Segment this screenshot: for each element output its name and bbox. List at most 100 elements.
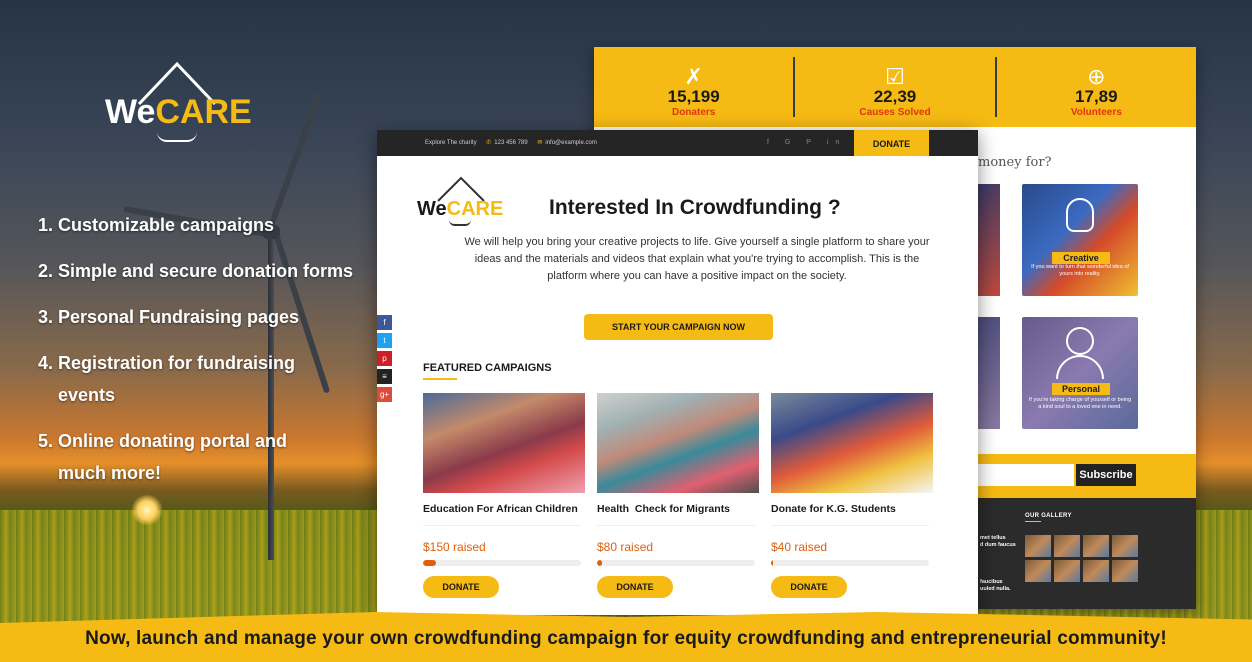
person-icon <box>1066 327 1094 355</box>
brand-logo: WeCARE <box>105 60 255 145</box>
campaign-title[interactable]: Health Check for Migrants <box>597 503 759 517</box>
gallery-thumb[interactable] <box>1025 560 1051 582</box>
phone-number: 123 456 789 <box>494 140 528 146</box>
gallery-title: OUR GALLERY <box>1025 513 1072 519</box>
promo-banner: WeCARE 1. Customizable campaigns 2. Simp… <box>0 0 1252 662</box>
gallery-thumb[interactable] <box>1083 560 1109 582</box>
gallery-thumb[interactable] <box>1054 560 1080 582</box>
logo-smile <box>157 132 197 142</box>
gallery-grid <box>1025 535 1138 582</box>
campaign-progress <box>771 560 929 566</box>
campaign-image[interactable] <box>597 393 759 493</box>
tile-label: Creative <box>1052 252 1110 264</box>
section-subtitle: money for? <box>978 155 1052 170</box>
brand-wordmark: WeCARE <box>105 93 252 131</box>
front-page-preview: Explore The charity ✆ 123 456 789 ✉ info@e… <box>377 130 978 615</box>
stat-label: Donaters <box>671 107 716 118</box>
top-social-icons[interactable]: f G P in ♥ <box>767 130 866 156</box>
hero-paragraph: We will help you bring your creative pro… <box>464 236 930 282</box>
stat-value: 22,39 <box>873 87 917 106</box>
tile-description: If you're taking charge of yourself or b… <box>1028 397 1132 410</box>
campaign-title[interactable]: Donate for K.G. Students <box>771 503 933 517</box>
feature-item: 2. Simple and secure donation forms <box>38 261 354 281</box>
campaign-raised: $150 raised <box>423 540 486 554</box>
site-logo[interactable]: WeCARE <box>417 176 517 236</box>
stat-donaters: ✗ 15,199 Donaters <box>594 57 796 118</box>
stat-label: Causes Solved <box>859 107 931 118</box>
campaign-card: Education For African Children $150 rais… <box>423 393 585 598</box>
checkbox-icon: ☑ <box>885 64 905 89</box>
turbine-blade <box>266 88 324 232</box>
stat-label: Volunteers <box>1070 107 1122 118</box>
gallery-underline <box>1025 521 1041 522</box>
email-address: info@example.com <box>545 140 597 146</box>
logo-wordmark: WeCARE <box>417 198 504 220</box>
top-bar-contact: Explore The charity ✆ 123 456 789 ✉ info@e… <box>425 130 597 156</box>
stat-volunteers: ⊕ 17,89 Volunteers <box>997 57 1196 119</box>
campaign-donate-button[interactable]: DONATE <box>771 576 847 598</box>
start-campaign-button[interactable]: START YOUR CAMPAIGN NOW <box>584 314 773 340</box>
category-tile-personal[interactable]: Personal If you're taking charge of your… <box>1022 317 1138 429</box>
footer-text: met tellus d dum faucus <box>980 535 1016 548</box>
campaign-donate-button[interactable]: DONATE <box>597 576 673 598</box>
campaign-card: Donate for K.G. Students $40 raised DONA… <box>771 393 933 598</box>
featured-underline <box>423 378 457 380</box>
feature-item: 5. Online donating portal and much more! <box>38 431 288 483</box>
progress-fill <box>423 560 436 566</box>
progress-fill <box>771 560 773 566</box>
category-tile-partial[interactable] <box>978 317 1000 429</box>
campaign-title[interactable]: Education For African Children <box>423 503 585 517</box>
person-icon-body <box>1056 355 1104 379</box>
feature-list: 1. Customizable campaigns 2. Simple and … <box>38 213 353 507</box>
ribbon-icon: ✗ <box>684 64 703 89</box>
stat-causes: ☑ 22,39 Causes Solved <box>795 57 997 118</box>
newsletter-email-input[interactable] <box>978 464 1074 486</box>
feature-item: 1. Customizable campaigns <box>38 215 275 235</box>
stat-value: 17,89 <box>1075 87 1118 106</box>
tagline: Now, launch and manage your own crowdfun… <box>85 628 1167 649</box>
pinterest-icon[interactable]: p <box>377 351 392 366</box>
stat-value: 15,199 <box>667 87 720 106</box>
tile-label: Personal <box>1052 383 1110 395</box>
stats-bar: ✗ 15,199 Donaters ☑ 22,39 Causes Solved … <box>594 47 1196 127</box>
gallery-thumb[interactable] <box>1054 535 1080 557</box>
campaign-raised: $40 raised <box>771 540 828 554</box>
divider <box>423 525 581 526</box>
logo-smile <box>449 220 471 226</box>
lightbulb-icon <box>1066 198 1094 232</box>
campaign-raised: $80 raised <box>597 540 654 554</box>
featured-campaigns-title: FEATURED CAMPAIGNS <box>423 362 552 374</box>
social-share-stack: f t p ≡ g+ <box>377 315 392 405</box>
gallery-thumb[interactable] <box>1112 535 1138 557</box>
subscribe-button[interactable]: Subscribe <box>1076 464 1136 486</box>
campaign-progress <box>597 560 755 566</box>
donate-button[interactable]: DONATE <box>854 130 929 156</box>
category-tile-partial[interactable] <box>978 184 1000 296</box>
campaign-donate-button[interactable]: DONATE <box>423 576 499 598</box>
campaign-image[interactable] <box>771 393 933 493</box>
campaign-progress <box>423 560 581 566</box>
feature-item: 4. Registration for fundraising events <box>38 353 296 405</box>
mail-icon: ✉ <box>537 140 543 146</box>
category-tile-creative[interactable]: Creative If you want to turn that wonder… <box>1022 184 1138 296</box>
divider <box>771 525 929 526</box>
tile-description: If you want to turn that wonderful idea … <box>1031 264 1129 277</box>
phone-icon: ✆ <box>486 140 492 146</box>
gallery-thumb[interactable] <box>1025 535 1051 557</box>
campaign-image[interactable] <box>423 393 585 493</box>
gallery-thumb[interactable] <box>1083 535 1109 557</box>
google-plus-icon[interactable]: g+ <box>377 387 392 402</box>
facebook-icon[interactable]: f <box>377 315 392 330</box>
globe-icon: ⊕ <box>1087 64 1106 89</box>
top-bar: Explore The charity ✆ 123 456 789 ✉ info@e… <box>377 130 978 156</box>
feature-item: 3. Personal Fundraising pages <box>38 307 300 327</box>
progress-fill <box>597 560 602 566</box>
explore-link[interactable]: Explore The charity <box>425 140 477 146</box>
hero-heading: Interested In Crowdfunding ? <box>549 196 841 219</box>
stack-icon[interactable]: ≡ <box>377 369 392 384</box>
footer-text: faucibus uuled nulla. <box>980 579 1011 592</box>
divider <box>597 525 755 526</box>
campaign-card: Health Check for Migrants $80 raised DON… <box>597 393 759 598</box>
twitter-icon[interactable]: t <box>377 333 392 348</box>
gallery-thumb[interactable] <box>1112 560 1138 582</box>
